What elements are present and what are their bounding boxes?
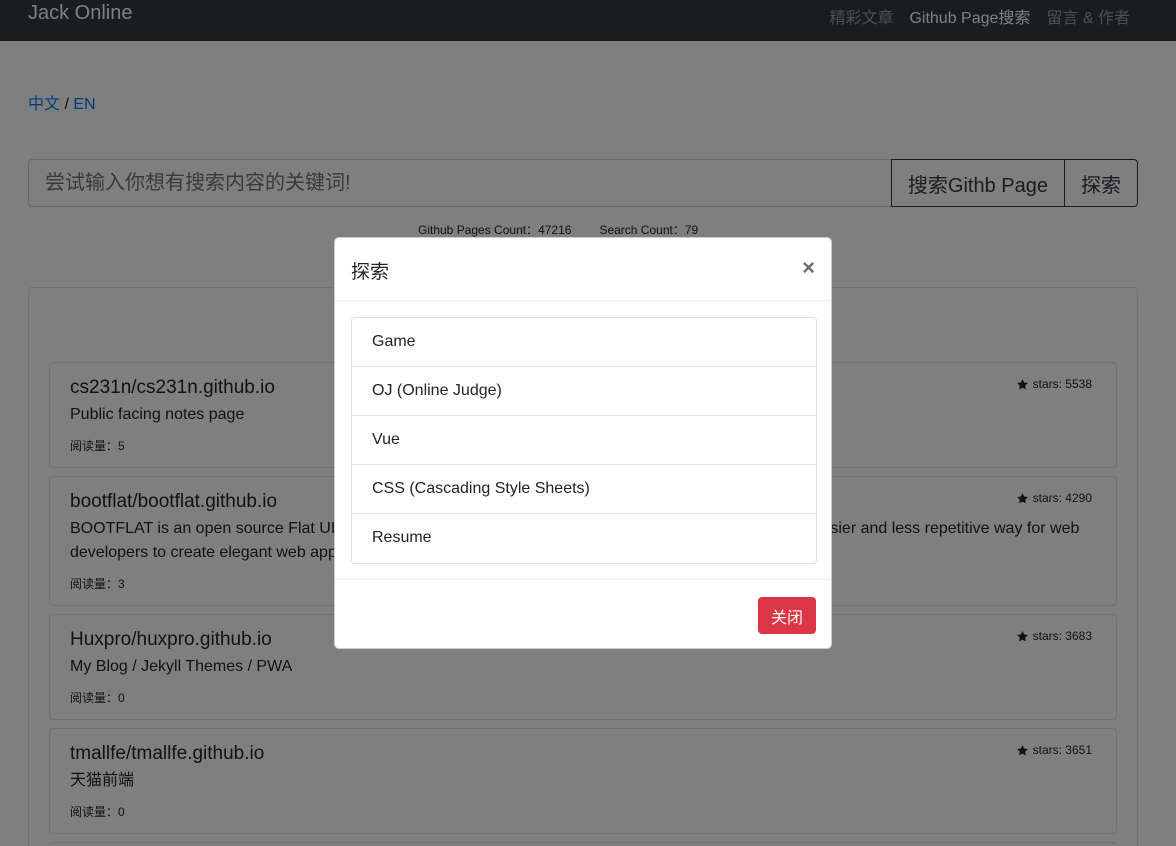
category-item-vue[interactable]: Vue — [352, 416, 816, 465]
category-item-resume[interactable]: Resume — [352, 514, 816, 563]
category-item-oj[interactable]: OJ (Online Judge) — [352, 367, 816, 416]
explore-modal: 探索 × Game OJ (Online Judge) Vue CSS (Cas… — [334, 237, 832, 649]
close-button[interactable]: 关闭 — [758, 597, 816, 634]
modal-footer: 关闭 — [335, 579, 831, 649]
modal-title: 探索 — [351, 262, 390, 283]
category-list: Game OJ (Online Judge) Vue CSS (Cascadin… — [351, 317, 817, 564]
category-item-game[interactable]: Game — [352, 318, 816, 367]
close-icon[interactable]: × — [802, 254, 815, 282]
category-item-css[interactable]: CSS (Cascading Style Sheets) — [352, 465, 816, 514]
modal-header: 探索 × — [335, 238, 831, 301]
